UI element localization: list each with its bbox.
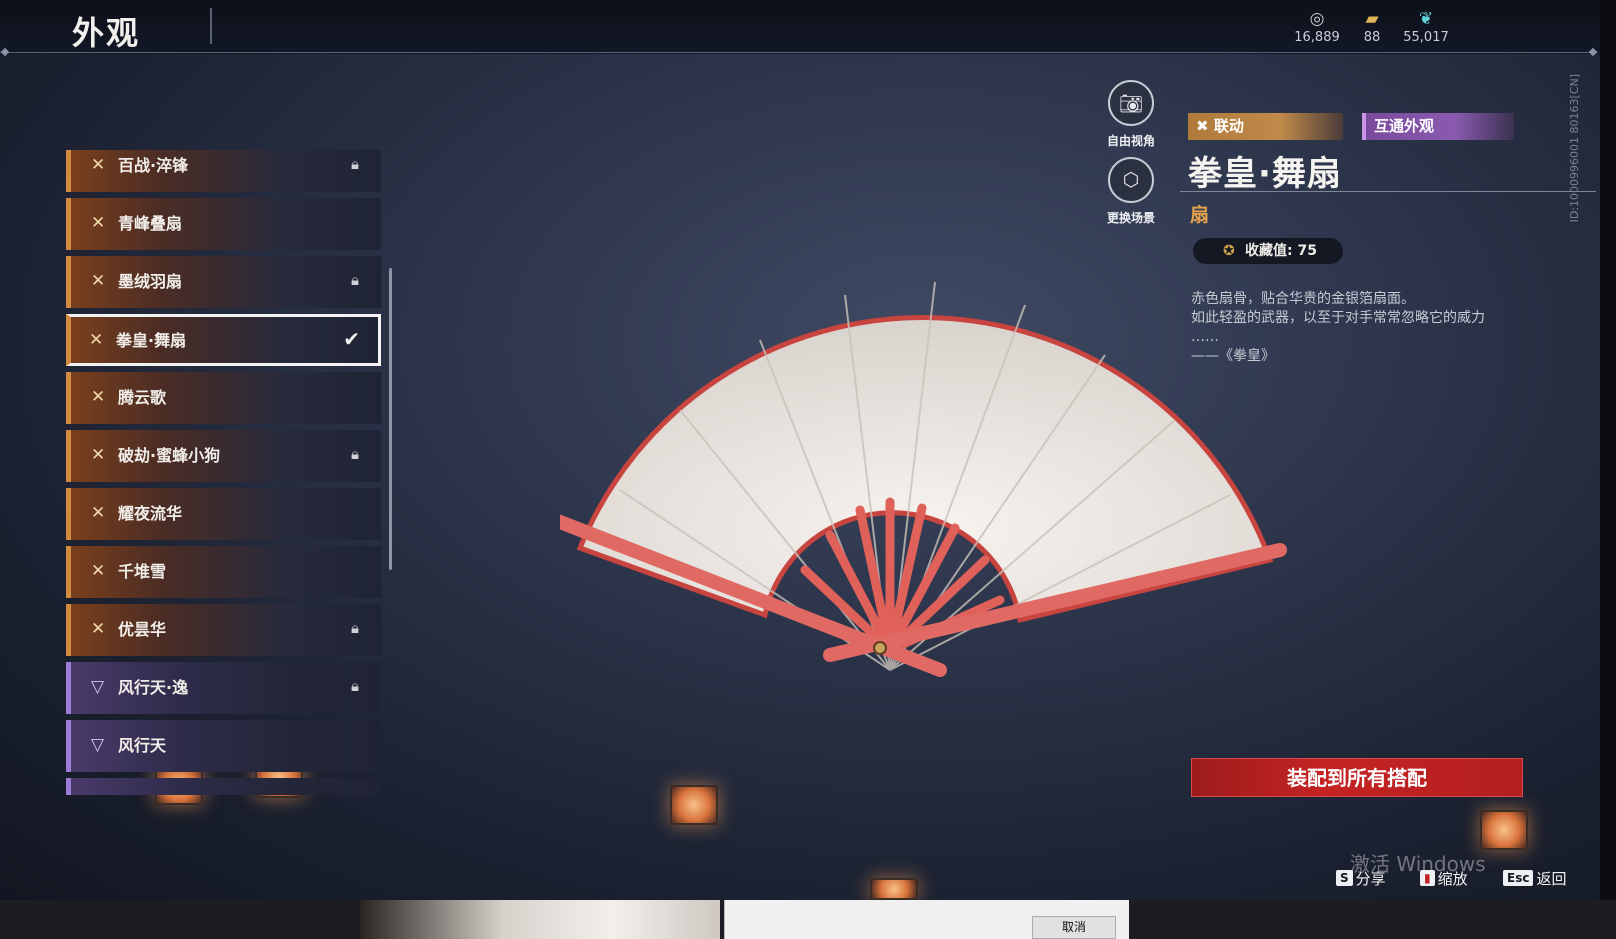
list-item-selected[interactable]: ✕ 拳皇·舞扇 ✔: [66, 314, 381, 366]
currency-tickets: ▰ 88: [1342, 8, 1402, 45]
lock-icon: 🔒︎: [351, 155, 359, 173]
list-item-label: 破劫·蜜蜂小狗: [118, 446, 221, 465]
list-item[interactable]: ✕ 优昙华 🔒︎: [66, 604, 381, 656]
list-item-label: 风行天: [118, 736, 167, 755]
game-viewport: 外观 ◎ 16,889 ▰ 88 ❦ 55,017 ✕ 百战·淬锋 🔒︎ ✕ 青…: [0, 0, 1600, 900]
list-item[interactable]: ▽ 风行天: [66, 720, 381, 772]
currency-coins: ◎ 16,889: [1287, 8, 1347, 45]
crossed-swords-icon: ✕: [91, 445, 106, 465]
description-line: 如此轻盈的武器，以至于对手常常忽略它的威力: [1191, 310, 1485, 326]
key-cap: S: [1336, 870, 1353, 886]
currency-value: 16,889: [1294, 30, 1340, 45]
hint-label: 分享: [1355, 870, 1386, 888]
collection-value: 收藏值: 75: [1245, 243, 1317, 259]
lantern-decoration: [1480, 810, 1528, 850]
list-item-label: 百战·淬锋: [118, 156, 189, 175]
skin-list[interactable]: ✕ 百战·淬锋 🔒︎ ✕ 青峰叠扇 ✕ 墨绒羽扇 🔒︎ ✕ 拳皇·舞扇 ✔ ✕ …: [66, 150, 384, 795]
equip-all-button[interactable]: 装配到所有搭配: [1191, 758, 1523, 797]
list-item[interactable]: ✕ 腾云歌: [66, 372, 381, 424]
collab-tag: ✖ 联动: [1188, 113, 1343, 140]
list-item-label: 千堆雪: [118, 562, 167, 581]
top-divider: [0, 52, 1598, 53]
collab-tag-label: 联动: [1213, 117, 1244, 135]
item-id: ID:1000996001 80163[CN]: [1568, 74, 1581, 223]
free-camera-label: 自由视角: [1106, 134, 1155, 148]
item-name: 拳皇·舞扇: [1188, 154, 1342, 194]
hint-label: 缩放: [1437, 870, 1468, 888]
os-background-strip: [0, 900, 1616, 939]
lock-icon: 🔒︎: [351, 677, 359, 695]
list-item-label: 优昙华: [118, 620, 167, 639]
shared-appearance-tag: 互通外观: [1362, 113, 1514, 140]
list-item-label: 腾云歌: [118, 388, 167, 407]
checkmark-icon: ✔: [343, 327, 360, 351]
crossed-swords-icon: ✕: [91, 155, 106, 175]
list-item-partial[interactable]: [66, 778, 381, 795]
lock-icon: 🔒︎: [351, 619, 359, 637]
list-item-label: 风行天·逸: [118, 678, 189, 697]
description-line: 赤色扇骨，贴合华贵的金银箔扇面。: [1191, 291, 1415, 307]
key-cap: Esc: [1503, 870, 1534, 886]
free-camera-button[interactable]: 📷︎ 自由视角: [1100, 80, 1162, 149]
description-line: ……: [1191, 329, 1219, 345]
lantern-decoration: [670, 785, 718, 825]
lock-icon: 🔒︎: [351, 445, 359, 463]
list-item-label: 墨绒羽扇: [118, 272, 183, 291]
back-hint[interactable]: Esc 返回: [1503, 868, 1566, 889]
list-item-label: 青峰叠扇: [118, 214, 183, 233]
lantern-decoration: [870, 878, 918, 900]
crossed-swords-icon: ✕: [91, 213, 106, 233]
list-item[interactable]: ✕ 破劫·蜜蜂小狗 🔒︎: [66, 430, 381, 482]
hint-label: 返回: [1536, 870, 1567, 888]
crossed-swords-icon: ✕: [91, 503, 106, 523]
ticket-icon: ▰: [1365, 9, 1379, 29]
background-photo: [360, 900, 720, 939]
zoom-hint[interactable]: ▮ 缩放: [1420, 868, 1468, 889]
name-divider: [1180, 191, 1596, 192]
description-line: ——《拳皇》: [1191, 348, 1275, 364]
dialog-cancel-button[interactable]: 取消: [1032, 916, 1116, 939]
camera-icon: 📷︎: [1108, 80, 1154, 126]
crossed-swords-icon: ✖: [1196, 117, 1209, 135]
trident-icon: ▽: [91, 677, 105, 697]
shared-tag-label: 互通外观: [1374, 117, 1435, 135]
crossed-swords-icon: ✕: [91, 387, 106, 407]
crossed-swords-icon: ✕: [89, 330, 104, 350]
list-scrollbar[interactable]: [389, 268, 392, 570]
feather-icon: ❦: [1418, 9, 1434, 29]
collection-icon: ✪: [1223, 243, 1235, 259]
share-hint[interactable]: S 分享: [1336, 868, 1386, 889]
crossed-swords-icon: ✕: [91, 561, 106, 581]
cube-icon: ⬡: [1108, 157, 1154, 203]
mouse-icon: ▮: [1420, 870, 1435, 886]
item-description: 赤色扇骨，贴合华贵的金银箔扇面。 如此轻盈的武器，以至于对手常常忽略它的威力 ……: [1191, 290, 1521, 366]
crossed-swords-icon: ✕: [91, 271, 106, 291]
list-item[interactable]: ▽ 风行天·逸 🔒︎: [66, 662, 381, 714]
currency-feathers: ❦ 55,017: [1396, 8, 1456, 45]
collection-badge: ✪ 收藏值: 75: [1193, 238, 1343, 264]
coin-icon: ◎: [1309, 9, 1325, 29]
title-separator: [210, 8, 212, 44]
currency-value: 88: [1363, 30, 1381, 45]
change-scene-label: 更换场景: [1106, 211, 1155, 225]
change-scene-button[interactable]: ⬡ 更换场景: [1100, 157, 1162, 226]
list-item-label: 拳皇·舞扇: [116, 331, 187, 350]
list-item[interactable]: ✕ 百战·淬锋 🔒︎: [66, 150, 381, 192]
list-item[interactable]: ✕ 耀夜流华: [66, 488, 381, 540]
list-item[interactable]: ✕ 墨绒羽扇 🔒︎: [66, 256, 381, 308]
lock-icon: 🔒︎: [351, 271, 359, 289]
list-item[interactable]: ✕ 千堆雪: [66, 546, 381, 598]
list-item-label: 耀夜流华: [118, 504, 183, 523]
page-title: 外观: [72, 14, 141, 52]
crossed-swords-icon: ✕: [91, 619, 106, 639]
list-item[interactable]: ✕ 青峰叠扇: [66, 198, 381, 250]
trident-icon: ▽: [91, 735, 105, 755]
currency-value: 55,017: [1403, 30, 1449, 45]
item-type: 扇: [1190, 204, 1210, 226]
